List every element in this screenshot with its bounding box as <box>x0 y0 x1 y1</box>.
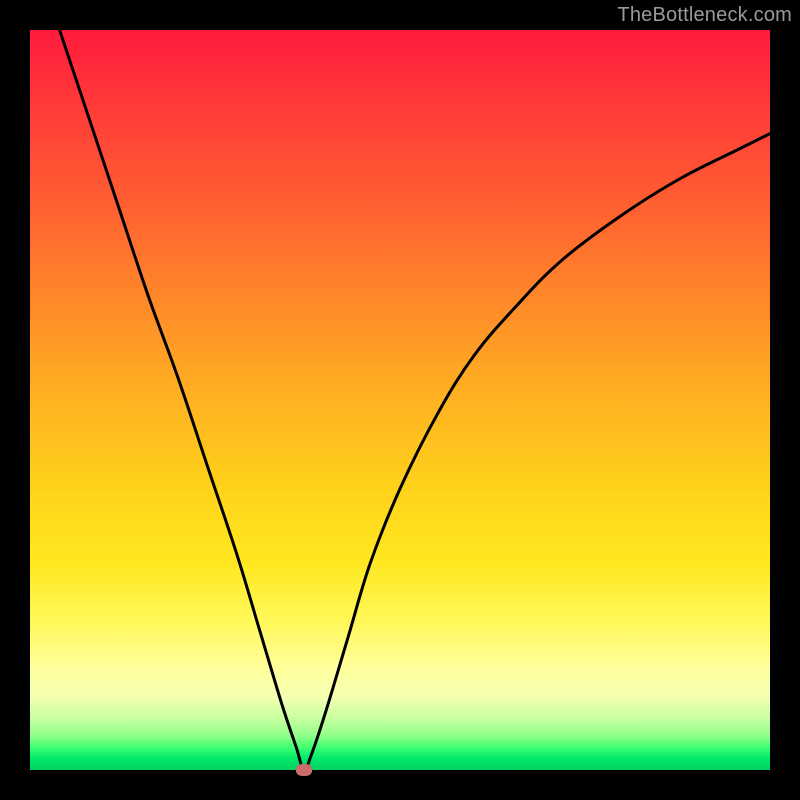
optimal-point-marker <box>296 764 312 776</box>
plot-area <box>30 30 770 770</box>
bottleneck-curve <box>60 30 770 770</box>
curve-svg <box>30 30 770 770</box>
watermark-text: TheBottleneck.com <box>617 4 792 27</box>
chart-frame: TheBottleneck.com <box>0 0 800 800</box>
